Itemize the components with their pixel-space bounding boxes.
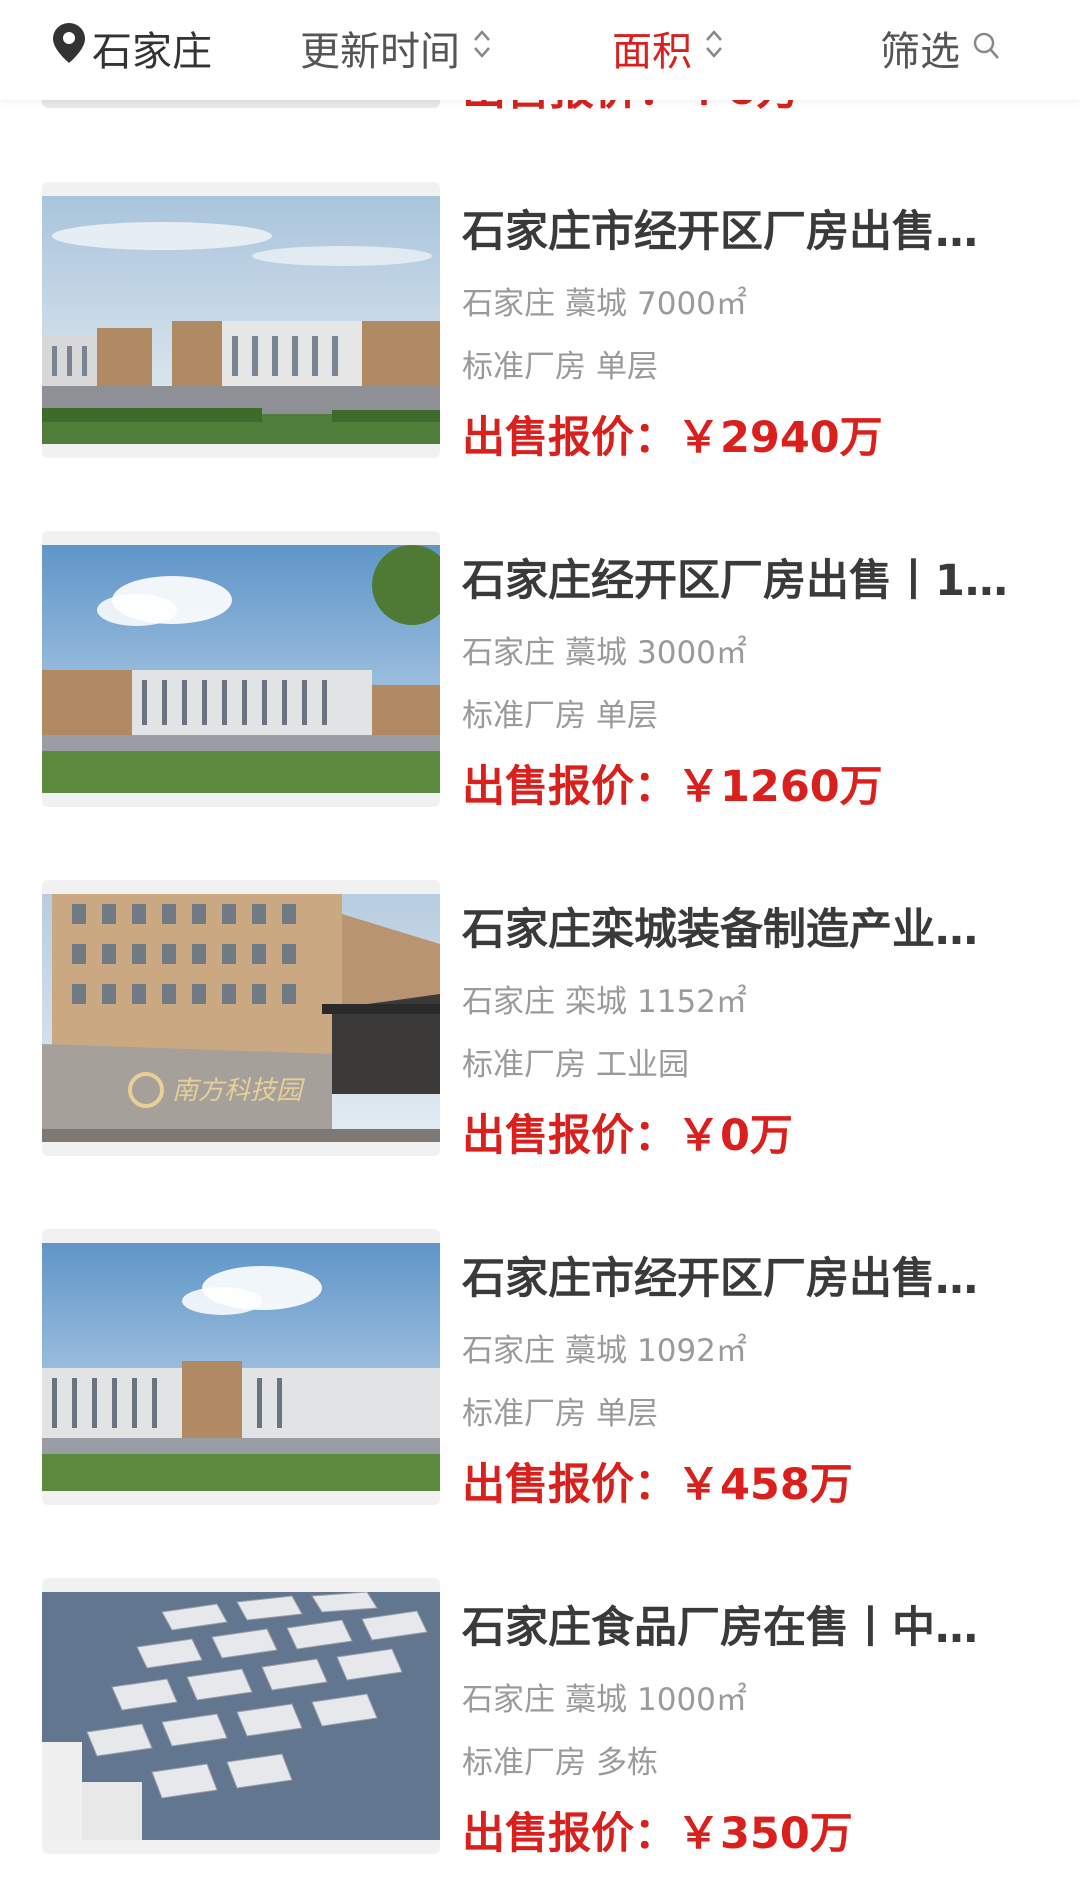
listing-tags: 标准厂房 单层 [462, 349, 658, 385]
listing-tags: 标准厂房 单层 [462, 698, 658, 734]
listing-thumbnail[interactable]: 南方科技园 [42, 880, 440, 1156]
sort-area-label: 面积 [612, 29, 692, 75]
listing-title[interactable]: 石家庄市经开区厂房出售… [462, 204, 1022, 260]
listing-title[interactable]: 石家庄栾城装备制造产业… [462, 902, 1022, 958]
listing-title[interactable]: 石家庄经开区厂房出售丨1… [462, 553, 1022, 609]
factory-photo-image [42, 545, 440, 793]
listing-price: 出售报价：￥458万 [462, 1460, 853, 1510]
location-pin-icon [52, 22, 86, 74]
listing-tags: 标准厂房 工业园 [462, 1047, 689, 1083]
city-selector[interactable]: 石家庄 [52, 18, 212, 78]
search-icon [972, 25, 1000, 71]
filter-bar: 石家庄 更新时间 面积 筛选 [0, 0, 1080, 100]
factory-photo-image [42, 1243, 440, 1491]
listing-location-area: 石家庄 藁城 7000㎡ [462, 286, 747, 322]
listing-location-area: 石家庄 藁城 3000㎡ [462, 635, 747, 671]
listing-thumbnail[interactable] [42, 182, 440, 458]
city-label: 石家庄 [92, 29, 212, 75]
listing-card[interactable]: 石家庄市经开区厂房出售… 石家庄 藁城 7000㎡ 标准厂房 单层 出售报价：￥294… [0, 182, 1080, 472]
listing-card[interactable]: 石家庄食品厂房在售丨中… 石家庄 藁城 1000㎡ 标准厂房 多栋 出售报价：￥350… [0, 1578, 1080, 1868]
filter-label: 筛选 [880, 29, 960, 75]
listing-title[interactable]: 石家庄市经开区厂房出售… [462, 1251, 1022, 1307]
listing-thumbnail[interactable] [42, 531, 440, 807]
listing-price: 出售报价：￥2940万 [462, 413, 883, 463]
listing-tags: 标准厂房 单层 [462, 1396, 658, 1432]
park-sign-text: 南方科技园 [172, 1076, 306, 1106]
listing-tags: 标准厂房 多栋 [462, 1745, 658, 1781]
listing-thumbnail[interactable] [42, 1578, 440, 1854]
listing-price: 出售报价：￥350万 [462, 1809, 853, 1859]
sort-by-area[interactable]: 面积 [612, 18, 724, 78]
sort-update-label: 更新时间 [300, 29, 460, 75]
filter-button[interactable]: 筛选 [880, 18, 1000, 78]
listing-location-area: 石家庄 栾城 1152㎡ [462, 984, 747, 1020]
sort-arrows-icon [704, 25, 724, 71]
listing-price: 出售报价：￥0万 [462, 1111, 793, 1161]
listing-card[interactable]: 南方科技园 石家庄栾城装备制造产业… 石家庄 栾城 1152㎡ 标准厂房 工业园 出售… [0, 880, 1080, 1170]
sort-arrows-icon [472, 25, 492, 71]
listing-card[interactable]: 石家庄经开区厂房出售丨1… 石家庄 藁城 3000㎡ 标准厂房 单层 出售报价：￥12… [0, 531, 1080, 821]
listing-title[interactable]: 石家庄食品厂房在售丨中… [462, 1600, 1022, 1656]
listing-price: 出售报价：￥1260万 [462, 762, 883, 812]
listing-location-area: 石家庄 藁城 1092㎡ [462, 1333, 747, 1369]
listing-card[interactable]: 石家庄市经开区厂房出售… 石家庄 藁城 1092㎡ 标准厂房 单层 出售报价：￥458… [0, 1229, 1080, 1519]
aerial-park-render-image [42, 1592, 440, 1840]
industrial-park-photo-image: 南方科技园 [42, 894, 440, 1142]
listing-location-area: 石家庄 藁城 1000㎡ [462, 1682, 747, 1718]
factory-photo-image [42, 196, 440, 444]
listing-thumbnail[interactable] [42, 1229, 440, 1505]
sort-by-update-time[interactable]: 更新时间 [300, 18, 492, 78]
